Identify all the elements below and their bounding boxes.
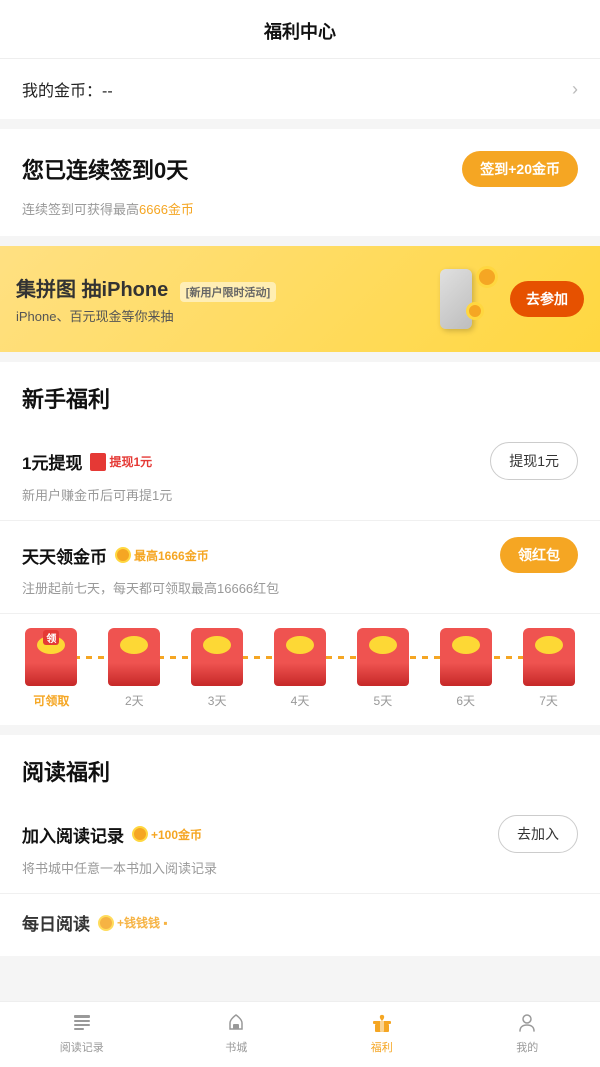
signin-sub: 连续签到可获得最高6666金币 — [22, 199, 578, 218]
coins-row[interactable]: 我的金币：-- › — [0, 59, 600, 119]
daily-read-name: 每日阅读 +钱钱钱 ▪ — [22, 910, 168, 935]
nav-item-welfare[interactable]: 福利 — [369, 1010, 395, 1055]
redpacket-day-1[interactable]: 领 可领取 — [10, 628, 93, 709]
withdraw-benefit: 1元提现 提现1元 提现1元 新用户赚金币后可再提1元 — [0, 426, 600, 521]
nav-item-store[interactable]: 书城 — [223, 1010, 249, 1055]
store-icon — [223, 1010, 249, 1036]
withdraw-button[interactable]: 提现1元 — [490, 442, 578, 480]
nav-label-reading-record: 阅读记录 — [60, 1039, 104, 1055]
gift-icon — [369, 1010, 395, 1036]
join-button[interactable]: 去参加 — [510, 281, 584, 317]
read-record-button[interactable]: 去加入 — [498, 815, 578, 853]
coins-label: 我的金币：-- — [22, 77, 113, 101]
redpackets-row: 领 可领取 2天 3天 4天 — [10, 628, 590, 709]
chevron-right-icon: › — [572, 79, 578, 100]
book-icon — [69, 1010, 95, 1036]
redpacket-day-4[interactable]: 4天 — [259, 628, 342, 709]
daily-coins-name: 天天领金币 最高1666金币 — [22, 543, 209, 568]
daily-coins-tag: 最高1666金币 — [115, 547, 209, 564]
redpacket-day-2[interactable]: 2天 — [93, 628, 176, 709]
lottery-sub: iPhone、百元现金等你来抽 — [16, 306, 430, 325]
lottery-badge: [新用户限时活动] — [180, 282, 276, 302]
user-icon — [514, 1010, 540, 1036]
page-title: 福利中心 — [264, 22, 336, 42]
reading-section-title: 阅读福利 — [0, 735, 600, 799]
lottery-image — [430, 264, 500, 334]
reading-section: 阅读福利 加入阅读记录 +100金币 去加入 将书城中任意一本书加入阅读记录 每… — [0, 735, 600, 956]
nav-item-mine[interactable]: 我的 — [514, 1010, 540, 1055]
lottery-banner: 集拼图 抽iPhone [新用户限时活动] iPhone、百元现金等你来抽 去参… — [0, 246, 600, 352]
nav-item-reading-record[interactable]: 阅读记录 — [60, 1010, 104, 1055]
daily-read-benefit: 每日阅读 +钱钱钱 ▪ — [0, 894, 600, 956]
daily-coins-benefit: 天天领金币 最高1666金币 领红包 注册起前七天，每天都可领取最高16666红… — [0, 521, 600, 614]
redpacket-day-5[interactable]: 5天 — [341, 628, 424, 709]
lottery-title: 集拼图 抽iPhone [新用户限时活动] — [16, 273, 430, 302]
read-record-tag: +100金币 — [132, 826, 202, 843]
redpacket-day-6[interactable]: 6天 — [424, 628, 507, 709]
redpacket-day-7[interactable]: 7天 — [507, 628, 590, 709]
beginner-section-title: 新手福利 — [0, 362, 600, 426]
withdraw-tag: 提现1元 — [90, 452, 152, 470]
redpacket-day-3[interactable]: 3天 — [176, 628, 259, 709]
bottom-nav: 阅读记录 书城 福利 我的 — [0, 1001, 600, 1067]
page-header: 福利中心 — [0, 0, 600, 59]
withdraw-sub: 新用户赚金币后可再提1元 — [22, 485, 578, 504]
withdraw-name: 1元提现 提现1元 — [22, 449, 152, 474]
beginner-section: 新手福利 1元提现 提现1元 提现1元 新用户赚金币后可再提1元 天天领金币 — [0, 362, 600, 725]
read-record-name: 加入阅读记录 +100金币 — [22, 822, 202, 847]
read-record-sub: 将书城中任意一本书加入阅读记录 — [22, 858, 578, 877]
signin-title: 您已连续签到0天 — [22, 153, 188, 185]
nav-label-mine: 我的 — [516, 1039, 538, 1055]
daily-coins-button[interactable]: 领红包 — [500, 537, 578, 573]
read-record-benefit: 加入阅读记录 +100金币 去加入 将书城中任意一本书加入阅读记录 — [0, 799, 600, 894]
nav-label-welfare: 福利 — [371, 1039, 393, 1055]
nav-label-store: 书城 — [225, 1039, 247, 1055]
signin-card: 您已连续签到0天 签到+20金币 连续签到可获得最高6666金币 — [0, 129, 600, 236]
daily-read-tag: +钱钱钱 ▪ — [98, 914, 168, 931]
daily-coins-sub: 注册起前七天，每天都可领取最高16666红包 — [22, 578, 578, 597]
redpackets-section: 领 可领取 2天 3天 4天 — [0, 614, 600, 725]
signin-button[interactable]: 签到+20金币 — [462, 151, 578, 187]
